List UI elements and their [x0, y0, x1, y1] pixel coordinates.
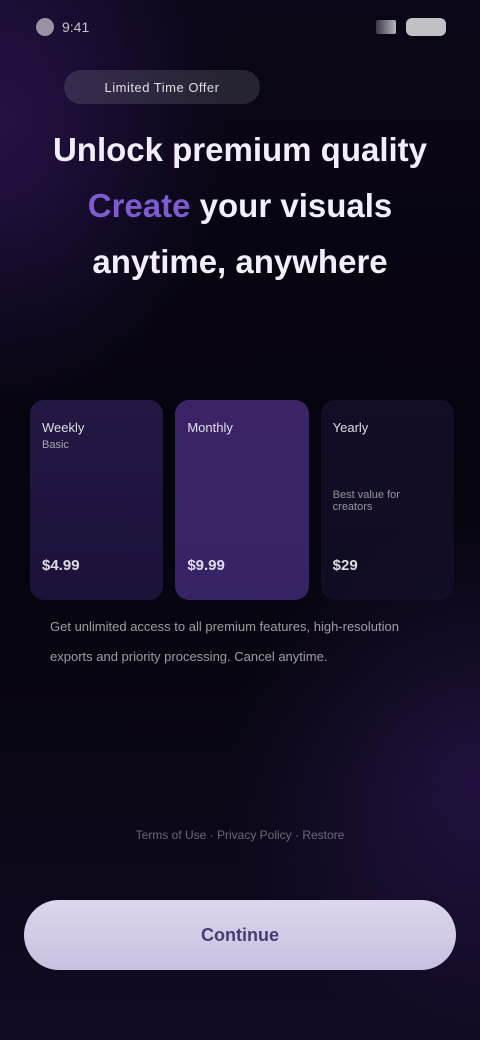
headline-line-2-rest: your visuals: [199, 187, 393, 224]
plan-price: $4.99: [42, 557, 80, 574]
headline: Unlock premium quality Create your visua…: [50, 122, 430, 290]
headline-accent: Create: [87, 187, 191, 224]
plan-card-monthly[interactable]: Monthly $9.99: [175, 400, 309, 600]
continue-button[interactable]: Continue: [24, 900, 456, 970]
plan-options: Weekly Basic $4.99 Monthly $9.99 Yearly …: [30, 400, 454, 600]
signal-icon: [376, 20, 396, 34]
plan-name: Weekly: [42, 420, 85, 435]
plan-card-yearly[interactable]: Yearly Best value for creators $29: [320, 400, 454, 600]
offer-badge: Limited Time Offer: [64, 70, 260, 104]
notification-icon: [36, 18, 54, 36]
battery-icon: [406, 18, 446, 36]
plan-name: Monthly: [187, 420, 233, 435]
plan-card-weekly[interactable]: Weekly Basic $4.99: [30, 400, 164, 600]
status-left: 9:41: [36, 18, 89, 36]
status-bar: 9:41: [0, 0, 480, 56]
status-right: [376, 18, 446, 36]
headline-line-2: Create your visuals: [50, 178, 430, 234]
plan-description: Get unlimited access to all premium feat…: [50, 619, 399, 664]
plan-subtitle: Basic: [42, 439, 69, 451]
plan-name: Yearly: [332, 420, 369, 435]
headline-line-1: Unlock premium quality: [52, 131, 428, 168]
plan-price: $29: [332, 557, 358, 574]
legal-links[interactable]: Terms of Use · Privacy Policy · Restore: [40, 828, 440, 842]
status-time: 9:41: [62, 19, 90, 35]
plan-price: $9.99: [187, 557, 225, 574]
headline-line-3: anytime, anywhere: [92, 243, 388, 280]
plan-note: Best value for creators: [332, 489, 400, 513]
